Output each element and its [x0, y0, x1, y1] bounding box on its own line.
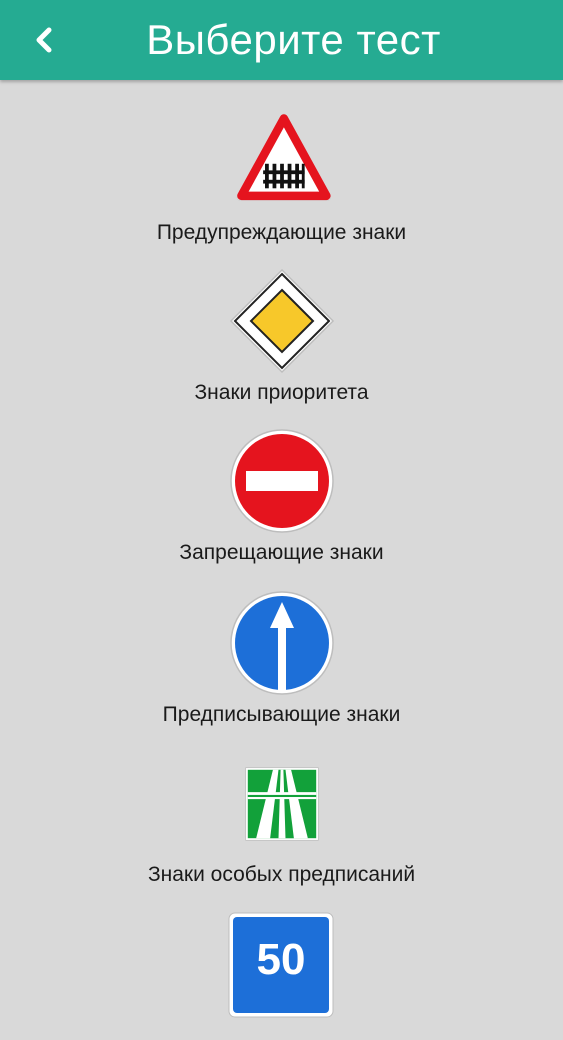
speed-value: 50 [257, 935, 306, 984]
straight-ahead-sign-icon [230, 591, 334, 695]
page-title: Выберите тест [146, 16, 441, 63]
test-item-prohibiting[interactable]: Запрещающие знаки [0, 400, 563, 564]
no-entry-sign-icon [230, 429, 334, 533]
motorway-sign-icon [245, 767, 319, 841]
priority-road-sign-icon [229, 268, 335, 374]
test-item-warning[interactable]: Предупреждающие знаки [0, 80, 563, 244]
speed-sign-icon: 50 [228, 912, 334, 1018]
test-item-special[interactable]: Знаки особых предписаний [0, 722, 563, 886]
test-item-information[interactable]: 50 [0, 882, 563, 1040]
warning-sign-railroad-crossing-icon [236, 112, 332, 202]
test-item-priority[interactable]: Знаки приоритета [0, 240, 563, 404]
test-item-mandatory[interactable]: Предписывающие знаки [0, 562, 563, 726]
app-header: Выберите тест [0, 0, 563, 80]
